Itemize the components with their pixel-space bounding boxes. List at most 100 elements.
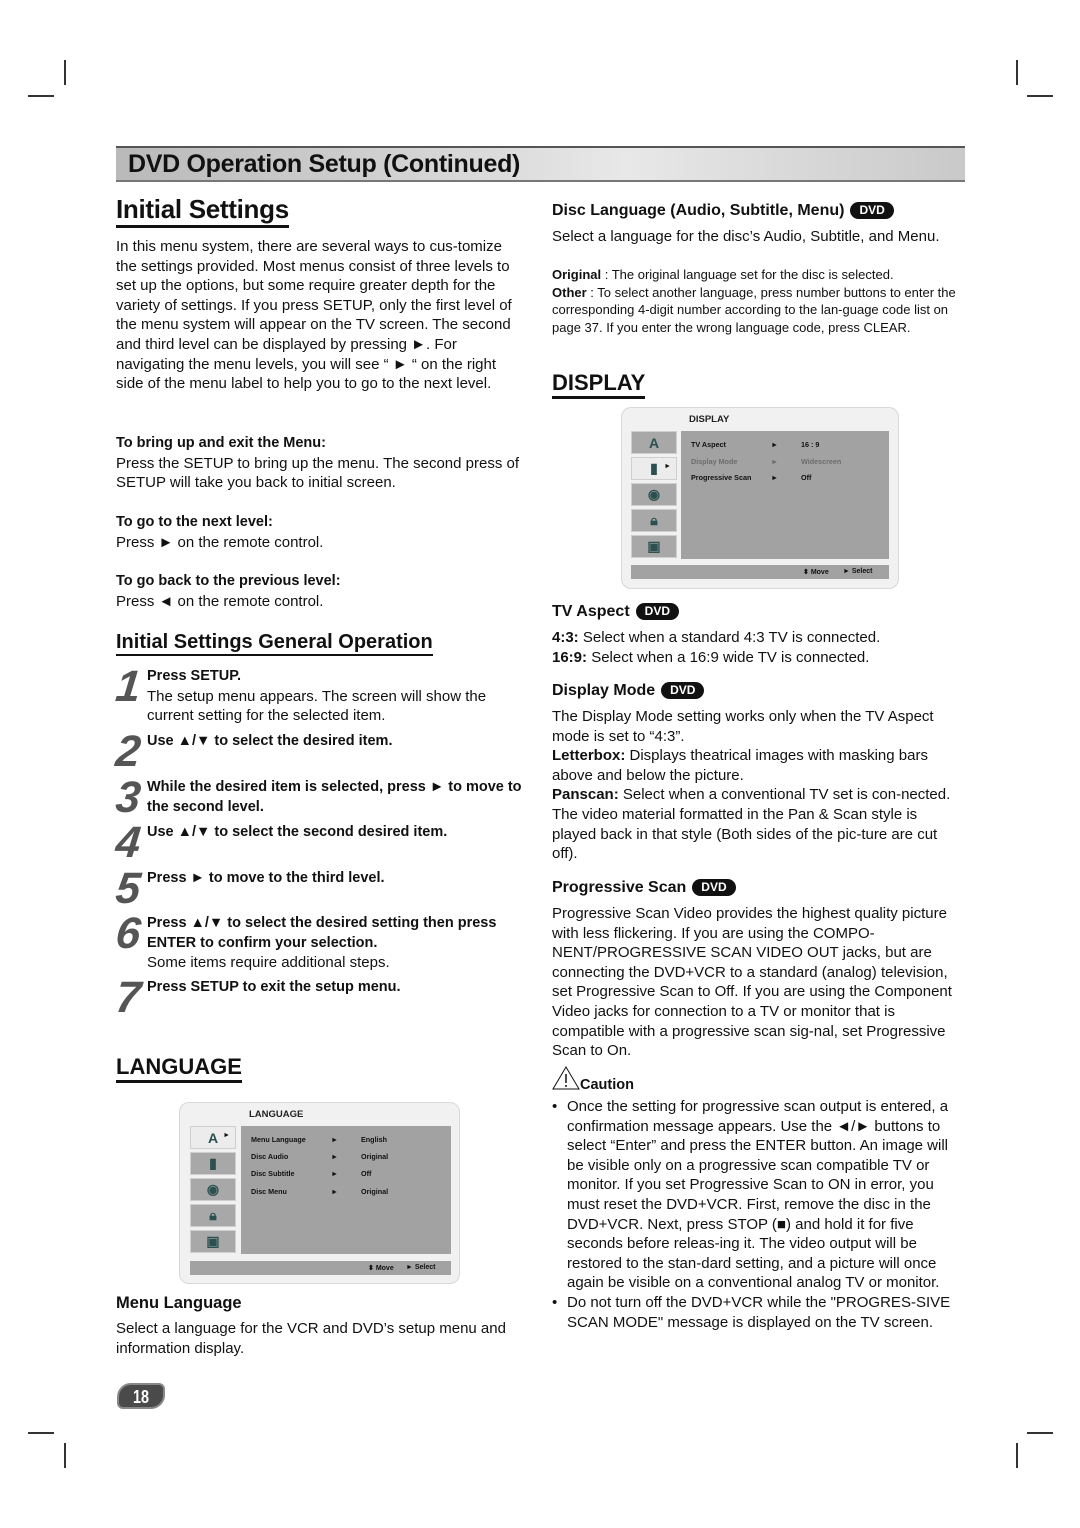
audio-icon: ◉ [190,1178,236,1201]
dvd-badge: DVD [850,202,894,219]
osd-panel: TV Aspect ► 16 : 9 Display Mode ► Widescreen… [681,431,889,559]
display-menu-screenshot: DISPLAY A ▮ ► ◉ 🔒︎ ▣ TV Aspect ► 16 : 9 Dis… [621,407,899,589]
osd-footer: ⬍ Move ► Select [190,1261,451,1275]
page-number: 18 [132,1387,150,1407]
section-banner: DVD Operation Setup (Continued) [116,146,965,182]
osd-row: Progressive Scan ► Off [691,473,812,482]
crop-mark [28,1432,54,1434]
lock-icon: 🔒︎ [631,509,677,532]
disc-language-title: Disc Language (Audio, Subtitle, Menu) DVD [552,201,894,221]
step-number: 7 [113,973,144,1022]
menu-language-text: Select a language for the VCR and DVD’s … [116,1320,506,1357]
step-5: 5 Press ► to move to the third level. [113,864,531,913]
general-operation-heading: Initial Settings General Operation [116,630,433,656]
section-title: Disc Language (Audio, Subtitle, Menu) [552,202,845,219]
osd-title: LANGUAGE [249,1109,304,1120]
progressive-scan-title: Progressive Scan DVD [552,878,736,898]
option-label: Letterbox: [552,747,626,765]
language-icon: A [631,431,677,454]
crop-mark [64,1443,66,1468]
tip-text: Press ◄ on the remote control. [116,592,324,610]
section-title: Progressive Scan [552,879,687,896]
language-heading: LANGUAGE [116,1054,242,1083]
step-2: 2 Use ▲/▼ to select the desired item. [113,727,531,776]
tv-aspect-options: 4:3: Select when a standard 4:3 TV is co… [552,628,962,667]
crop-mark [1016,1443,1018,1468]
tip-title: To go to the next level: [116,514,273,530]
move-hint: ⬍ Move [368,1265,394,1272]
page-number-badge: 18 [117,1383,165,1409]
banner-title: DVD Operation Setup (Continued) [128,150,521,178]
display-icon: ▮ [190,1152,236,1175]
caution-item: Do not turn off the DVD+VCR while the "P… [552,1293,964,1332]
option-text: : The original language set for the disc… [601,267,894,282]
crop-mark [1016,60,1018,85]
crop-mark [28,95,54,97]
display-mode-text: The Display Mode setting works only when… [552,707,962,864]
step-instruction: Press SETUP. [147,668,242,684]
tip-previous-level: To go back to the previous level: Press … [116,572,526,611]
general-operation-heading-wrap: Initial Settings General Operation [116,630,433,656]
step-number: 2 [113,727,144,776]
move-hint: ⬍ Move [803,569,829,576]
step-detail: Some items require additional steps. [147,954,390,971]
display-heading: DISPLAY [552,370,646,399]
osd-title: DISPLAY [689,414,730,425]
language-icon: A ► [190,1126,236,1149]
audio-icon: ◉ [631,483,677,506]
option-label: Original [552,267,602,282]
progressive-scan-text: Progressive Scan Video provides the high… [552,905,952,1060]
osd-footer: ⬍ Move ► Select [631,565,889,579]
tip-bring-up-menu: To bring up and exit the Menu: Press the… [116,434,526,493]
display-mode-title: Display Mode DVD [552,681,705,701]
intro-paragraph: In this menu system, there are several w… [116,238,512,393]
step-instruction: Press ▲/▼ to select the desired setting … [147,915,497,951]
option-text: Select when a standard 4:3 TV is connect… [578,629,881,646]
step-instruction: Press ► to move to the third level. [147,870,385,886]
tip-text: Press ► on the remote control. [116,533,324,551]
menu-language-title: Menu Language [116,1294,242,1312]
option-label: Other [552,284,587,300]
tip-title: To bring up and exit the Menu: [116,435,326,451]
disc-language-text: Select a language for the disc’s Audio, … [552,228,940,245]
initial-settings-heading-wrap: Initial Settings [116,194,289,228]
caution-item: Once the setting for progressive scan ou… [552,1097,964,1293]
select-hint: ► Select [843,568,873,575]
lock-icon: 🔒︎ [190,1204,236,1227]
others-icon: ▣ [631,535,677,558]
step-detail: The setup menu appears. The screen will … [147,687,487,725]
dvd-badge: DVD [692,879,736,896]
step-instruction: Use ▲/▼ to select the desired item. [147,733,393,749]
option-text: Select when a 16:9 wide TV is connected. [587,648,870,666]
tip-title: To go back to the previous level: [116,573,341,589]
osd-row: Disc Subtitle ► Off [251,1169,372,1178]
select-hint: ► Select [406,1264,436,1271]
step-3: 3 While the desired item is selected, pr… [113,773,531,822]
tv-aspect-title: TV Aspect DVD [552,602,679,622]
step-instruction: While the desired item is selected, pres… [147,779,522,815]
section-title: Display Mode [552,682,656,699]
osd-row: TV Aspect ► 16 : 9 [691,440,820,449]
language-menu-screenshot: LANGUAGE A ► ▮ ◉ 🔒︎ ▣ Menu Language ► Engli… [179,1102,460,1284]
step-7: 7 Press SETUP to exit the setup menu. [113,973,531,1022]
crop-mark [1027,95,1053,97]
dvd-badge: DVD [661,682,705,699]
option-label: 16:9: [552,648,588,666]
step-number: 6 [113,909,144,958]
osd-row: Display Mode ► Widescreen [691,457,842,466]
dvd-badge: DVD [635,603,679,620]
step-instruction: Use ▲/▼ to select the second desired ite… [147,824,448,840]
initial-settings-heading: Initial Settings [116,194,289,228]
display-heading-wrap: DISPLAY [552,370,646,399]
osd-row: Disc Menu ► Original [251,1187,389,1196]
osd-row: Menu Language ► English [251,1135,387,1144]
tip-next-level: To go to the next level: Press ► on the … [116,513,526,552]
crop-mark [1027,1432,1053,1434]
caution-title: Caution [580,1077,634,1093]
step-number: 4 [113,818,144,867]
warning-triangle-icon [552,1066,580,1090]
step-4: 4 Use ▲/▼ to select the second desired i… [113,818,531,867]
step-6: 6 Press ▲/▼ to select the desired settin… [113,909,531,973]
osd-row: Disc Audio ► Original [251,1152,389,1161]
section-title: TV Aspect [552,603,630,620]
